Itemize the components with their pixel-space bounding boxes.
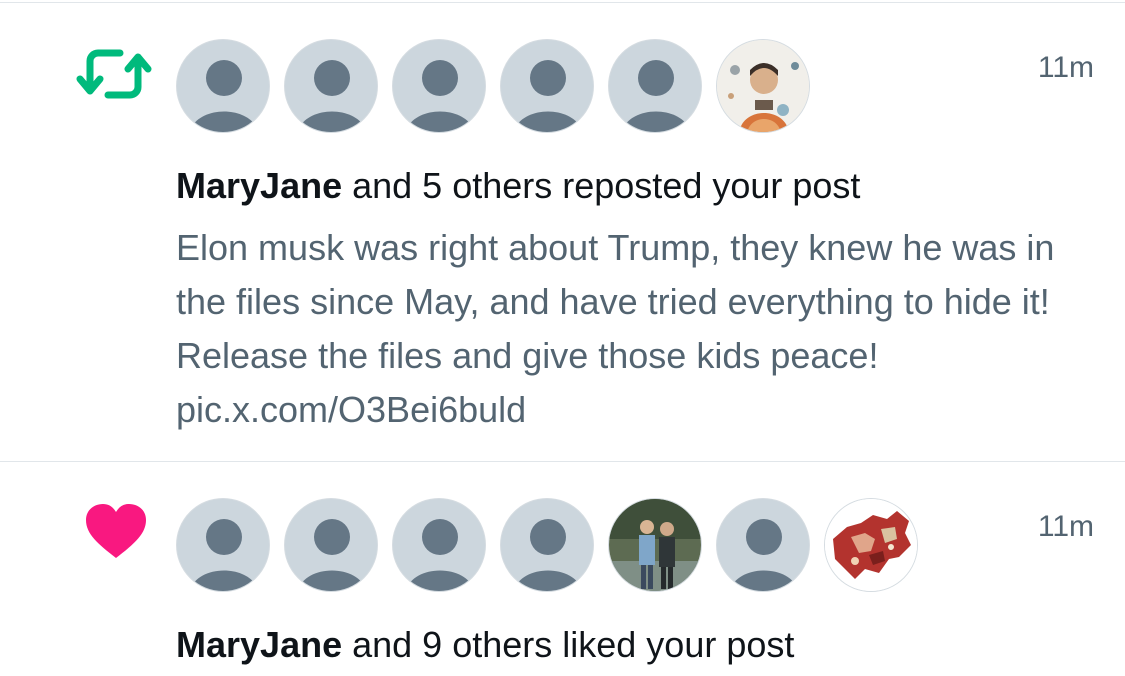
notification-like[interactable]: 11m MaryJane and 9 others liked your pos…	[0, 462, 1125, 676]
notification-repost[interactable]: 11m MaryJane and 5 others reposted your …	[0, 3, 1125, 460]
timestamp: 11m	[1037, 51, 1094, 84]
avatar-default[interactable]	[500, 498, 594, 592]
avatar-row	[176, 498, 932, 594]
avatar-default[interactable]	[176, 498, 270, 592]
avatar-astronaut-photo[interactable]	[716, 39, 810, 133]
avatar-default[interactable]	[392, 498, 486, 592]
summary-text: and 5 others reposted your post	[342, 165, 861, 206]
user-name-link[interactable]: MaryJane	[176, 624, 342, 665]
avatar-default[interactable]	[176, 39, 270, 133]
heart-icon	[84, 502, 160, 562]
avatar-default[interactable]	[284, 39, 378, 133]
notification-summary: MaryJane and 5 others reposted your post	[176, 165, 860, 207]
avatar-couple-photo[interactable]	[608, 498, 702, 592]
avatar-default[interactable]	[608, 39, 702, 133]
repost-icon	[76, 45, 152, 105]
avatar-default[interactable]	[284, 498, 378, 592]
avatar-row	[176, 39, 824, 135]
timestamp: 11m	[1037, 510, 1094, 543]
post-preview[interactable]: Elon musk was right about Trump, they kn…	[176, 221, 1106, 437]
avatar-default[interactable]	[716, 498, 810, 592]
user-name-link[interactable]: MaryJane	[176, 165, 342, 206]
notification-summary: MaryJane and 9 others liked your post	[176, 624, 794, 666]
avatar-default[interactable]	[500, 39, 594, 133]
summary-text: and 9 others liked your post	[342, 624, 795, 665]
avatar-red-map-art[interactable]	[824, 498, 918, 592]
avatar-default[interactable]	[392, 39, 486, 133]
